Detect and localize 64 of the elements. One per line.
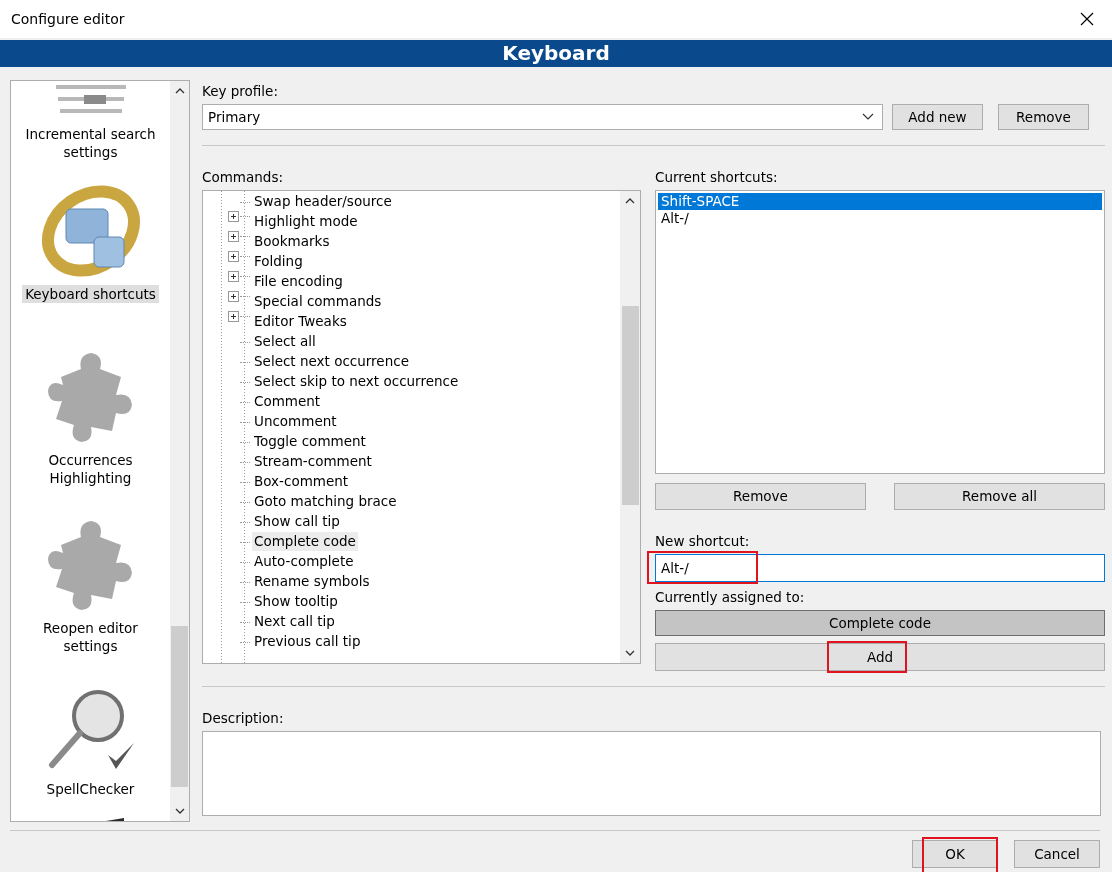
tree-item[interactable]: Special commands — [252, 292, 384, 312]
expand-icon[interactable] — [228, 211, 239, 223]
sidebar-item[interactable]: Keyboard shortcuts — [22, 285, 159, 303]
profile-dropdown[interactable]: Primary — [202, 104, 883, 130]
scroll-thumb[interactable] — [171, 626, 188, 787]
tree-item[interactable]: Rename symbols — [252, 572, 372, 592]
list-item[interactable]: Alt-/ — [658, 209, 1102, 227]
tree-item[interactable]: Highlight mode — [252, 212, 360, 232]
ok-button[interactable]: OK — [912, 840, 998, 868]
field-label: New shortcut: — [655, 531, 751, 550]
tree-item[interactable]: Editor Tweaks — [252, 312, 349, 332]
sidebar-item[interactable]: Reopen editor settings — [17, 619, 164, 655]
tree-item[interactable]: Select skip to next occurrence — [252, 372, 461, 392]
section-header: Keyboard — [0, 40, 1112, 67]
tree-item[interactable]: Bookmarks — [252, 232, 332, 252]
tree-item[interactable]: Auto-complete — [252, 552, 356, 572]
tree-item[interactable]: Goto matching brace — [252, 492, 399, 512]
assigned-command: Complete code — [655, 609, 1105, 636]
tree-item[interactable]: Next call tip — [252, 612, 337, 632]
remove-all-button[interactable]: Remove all — [894, 482, 1105, 510]
expand-icon[interactable] — [228, 291, 239, 303]
scroll-up-icon — [625, 196, 635, 205]
scrollbar[interactable] — [170, 81, 189, 821]
add-button[interactable]: Add — [655, 642, 1105, 671]
add-new-button[interactable]: Add new — [892, 104, 983, 130]
field-label: Currently assigned to: — [655, 587, 806, 606]
field-label: Current shortcuts: — [655, 167, 779, 186]
cancel-button[interactable]: Cancel — [1014, 840, 1100, 868]
field-label: Key profile: — [202, 82, 279, 100]
remove-button[interactable]: Remove — [998, 104, 1089, 130]
sidebar-item[interactable]: SpellChecker — [43, 780, 138, 798]
list-item[interactable]: Shift-SPACE — [658, 192, 1102, 210]
tree-item[interactable]: Comment — [252, 392, 323, 412]
scroll-down-icon — [174, 807, 185, 815]
tree-item[interactable]: Show call tip — [252, 512, 342, 532]
close-icon — [1080, 12, 1094, 26]
scrollbar[interactable] — [620, 190, 640, 663]
tree-item[interactable]: Toggle comment — [252, 432, 368, 452]
tree-item[interactable]: Select next occurrence — [252, 352, 411, 372]
scroll-up-icon — [174, 87, 185, 95]
tree-item[interactable]: Complete code — [252, 532, 358, 552]
sidebar-item[interactable]: Occurrences Highlighting — [17, 451, 164, 487]
field-label: Commands: — [202, 167, 284, 186]
tree-item[interactable]: Previous call tip — [252, 632, 363, 652]
tree-item[interactable]: Folding — [252, 252, 305, 272]
tree-item[interactable]: Stream-comment — [252, 452, 374, 472]
scroll-down-icon — [625, 648, 635, 657]
remove-button[interactable]: Remove — [655, 482, 866, 510]
expand-icon[interactable] — [228, 271, 239, 283]
tree-item[interactable]: Select all — [252, 332, 318, 352]
tree-item[interactable]: File encoding — [252, 272, 345, 292]
chevron-down-icon — [862, 113, 874, 121]
shortcut-field[interactable]: Alt-/ — [655, 553, 1105, 582]
tree-item[interactable]: Box-comment — [252, 472, 351, 492]
tree-item[interactable]: Uncomment — [252, 412, 339, 432]
scroll-thumb[interactable] — [621, 305, 639, 505]
expand-icon[interactable] — [228, 251, 239, 263]
sidebar-item[interactable]: Incremental search settings — [17, 125, 164, 161]
tree-item[interactable]: Swap header/source — [252, 192, 394, 212]
tree-item[interactable]: Show tooltip — [252, 592, 340, 612]
window-title: Configure editor — [11, 11, 125, 27]
expand-icon[interactable] — [228, 311, 239, 323]
expand-icon[interactable] — [228, 231, 239, 243]
field-label: Description: — [202, 708, 285, 727]
